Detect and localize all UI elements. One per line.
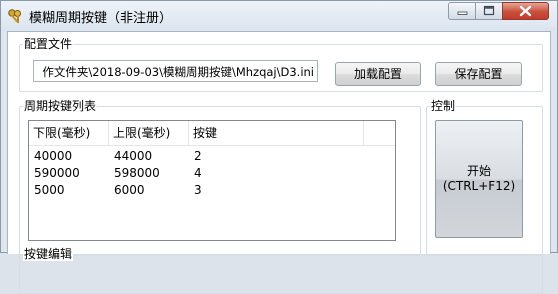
keys-icon [8, 9, 21, 23]
load-config-button[interactable]: 加载配置 [335, 62, 421, 86]
column-header-high[interactable]: 上限(毫秒) [109, 121, 189, 145]
cell-low: 5000 [34, 183, 65, 197]
key-list-header: 下限(毫秒) 上限(毫秒) 按键 [29, 121, 395, 146]
cell-key: 4 [194, 166, 202, 180]
table-row[interactable]: 40000 44000 2 [29, 148, 395, 165]
table-row[interactable]: 5000 6000 3 [29, 182, 395, 199]
table-row[interactable]: 590000 598000 4 [29, 165, 395, 182]
client-area: 配置文件 作文件夹\2018-09-03\模糊周期按键\Mhzqaj\D3.in… [7, 31, 551, 294]
close-button[interactable] [502, 2, 549, 20]
cell-high: 44000 [114, 149, 153, 163]
start-button[interactable]: 开始 (CTRL+F12) [435, 120, 523, 238]
window-title: 模糊周期按键（非注册） [29, 11, 173, 26]
config-group-title: 配置文件 [23, 37, 74, 51]
column-header-low[interactable]: 下限(毫秒) [29, 121, 109, 145]
save-config-button[interactable]: 保存配置 [435, 62, 522, 86]
key-list-view[interactable]: 下限(毫秒) 上限(毫秒) 按键 40000 44000 2 590000 59… [28, 120, 396, 241]
cell-low: 40000 [34, 149, 73, 163]
cell-high: 6000 [114, 183, 145, 197]
cell-key: 2 [194, 149, 202, 163]
maximize-icon [483, 5, 495, 16]
close-icon [519, 5, 532, 17]
app-window: 模糊周期按键（非注册） 配置文件 作文件夹\2018-09-03\模糊周期按键\… [0, 0, 558, 294]
minimize-button[interactable] [448, 2, 476, 20]
control-group-title: 控制 [430, 99, 457, 113]
config-path-field[interactable]: 作文件夹\2018-09-03\模糊周期按键\Mhzqaj\D3.ini [33, 60, 318, 82]
start-button-label: 开始 [466, 164, 491, 178]
title-bar[interactable]: 模糊周期按键（非注册） [1, 1, 557, 31]
maximize-button[interactable] [475, 2, 503, 20]
keylist-group-title: 周期按键列表 [23, 99, 98, 113]
minimize-icon [457, 11, 468, 15]
edit-group: 按键编辑 [19, 247, 543, 294]
cell-high: 598000 [114, 166, 160, 180]
column-header-key[interactable]: 按键 [189, 121, 364, 145]
start-button-shortcut: (CTRL+F12) [442, 179, 516, 193]
cell-key: 3 [194, 183, 202, 197]
edit-group-title: 按键编辑 [23, 247, 74, 261]
config-path-value: 作文件夹\2018-09-03\模糊周期按键\Mhzqaj\D3.ini [42, 65, 314, 79]
cell-low: 590000 [34, 166, 80, 180]
